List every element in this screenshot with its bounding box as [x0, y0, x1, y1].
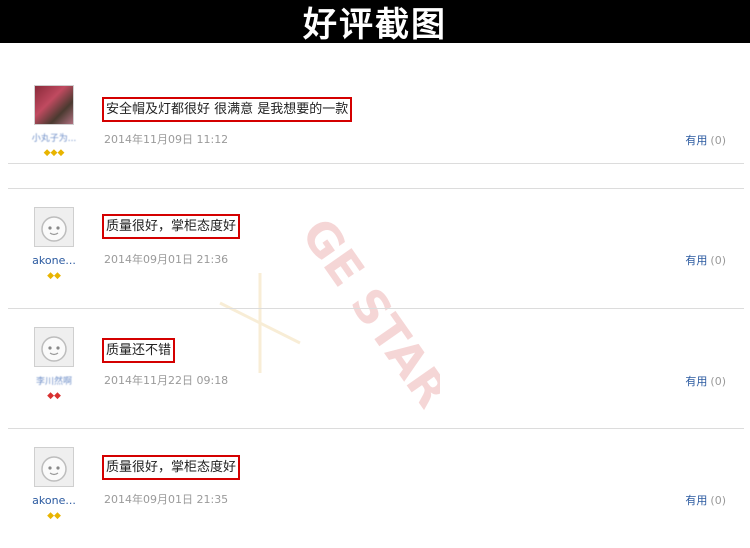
review-comment: 质量还不错 [102, 338, 176, 363]
useful-count: (0) [710, 494, 726, 507]
review-item: akone... ◆◆ 质量很好，掌柜态度好 2014年09月01日 21:35… [8, 428, 744, 548]
page-title: 好评截图 [303, 5, 447, 45]
useful-button[interactable]: 有用 (0) [685, 373, 726, 389]
review-comment: 质量很好，掌柜态度好 [102, 214, 241, 239]
useful-button[interactable]: 有用 (0) [685, 492, 726, 508]
useful-label: 有用 [685, 494, 708, 507]
review-list: GE STAR 小丸子为... ◆◆◆ 安全帽及灯都很好 很满意 是我想要的一款… [0, 43, 750, 540]
review-item: akone... ◆◆ 质量很好，掌柜态度好 2014年09月01日 21:36… [8, 188, 744, 309]
review-comment: 质量很好，掌柜态度好 [102, 455, 241, 480]
useful-label: 有用 [685, 375, 708, 388]
credit-gems-icon: ◆◆ [47, 271, 61, 281]
user-avatar[interactable] [34, 447, 74, 487]
username[interactable]: 李川然啊 [22, 374, 86, 387]
username[interactable]: akone... [22, 254, 86, 267]
review-date: 2014年09月01日 21:35 [104, 493, 229, 506]
user-avatar[interactable] [34, 327, 74, 367]
default-avatar-icon [41, 216, 67, 242]
page-title-banner: 好评截图 [0, 0, 750, 45]
username[interactable]: akone... [22, 494, 86, 507]
useful-label: 有用 [685, 254, 708, 267]
user-avatar[interactable] [34, 207, 74, 247]
default-avatar-icon [41, 456, 67, 482]
review-date: 2014年11月22日 09:18 [104, 374, 229, 387]
default-avatar-icon [41, 336, 67, 362]
credit-gems-icon: ◆◆ [47, 511, 61, 521]
review-item [8, 68, 744, 189]
useful-count: (0) [710, 375, 726, 388]
review-date: 2014年09月01日 21:36 [104, 253, 229, 266]
credit-hearts-icon: ◆◆ [47, 391, 61, 401]
review-item: 李川然啊 ◆◆ 质量还不错 2014年11月22日 09:18 有用 (0) [8, 308, 744, 429]
useful-count: (0) [710, 254, 726, 267]
useful-button[interactable]: 有用 (0) [685, 252, 726, 268]
